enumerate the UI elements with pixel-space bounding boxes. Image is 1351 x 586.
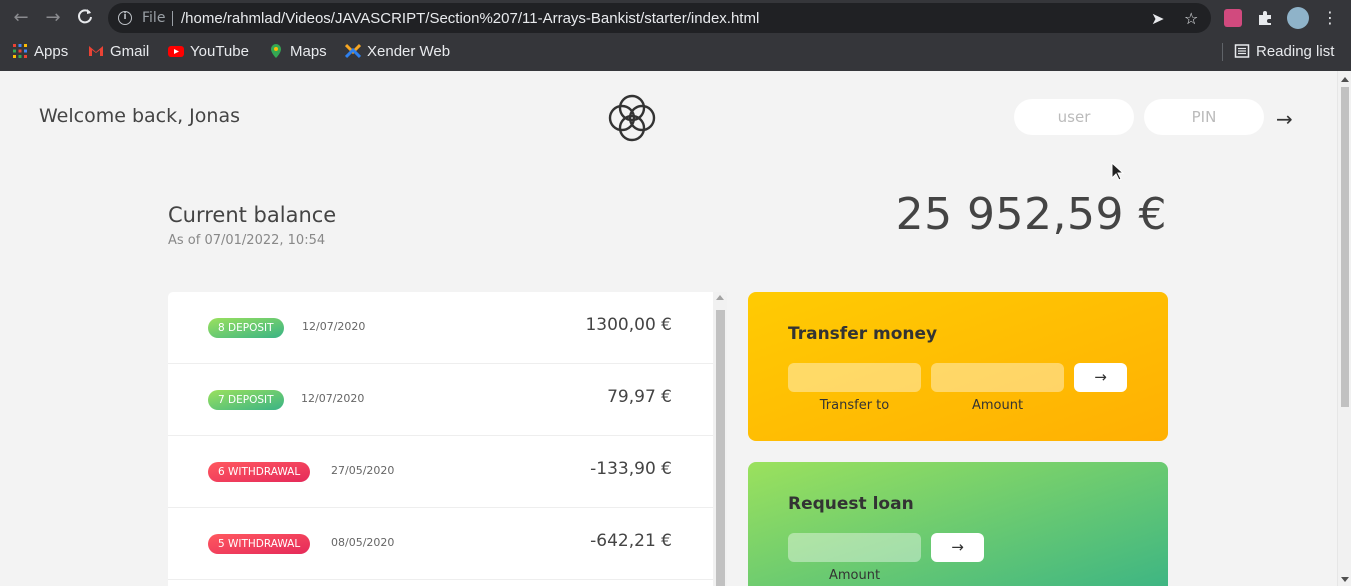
- transfer-amount-input[interactable]: [931, 363, 1064, 392]
- login-user-input[interactable]: user: [1014, 99, 1134, 135]
- movement-date: 12/07/2020: [301, 392, 365, 405]
- bookmark-xender[interactable]: Xender Web: [345, 41, 450, 61]
- login-button[interactable]: →: [1276, 107, 1293, 131]
- movement-date: 12/07/2020: [302, 320, 366, 333]
- extension-icon[interactable]: [1224, 9, 1242, 27]
- loan-panel: Request loan → Amount: [748, 462, 1168, 586]
- xender-icon: [345, 43, 361, 59]
- movements-list: 8 deposit 12/07/2020 1300,00 € 7 deposit…: [168, 292, 713, 586]
- login-pin-input[interactable]: PIN: [1144, 99, 1264, 135]
- movement-value: -133,90 €: [590, 459, 672, 479]
- bookmarks-separator: [1222, 43, 1223, 61]
- page-scrollbar[interactable]: [1337, 71, 1351, 586]
- transfer-to-input[interactable]: [788, 363, 921, 392]
- bookmark-youtube[interactable]: YouTube: [168, 41, 249, 61]
- welcome-message: Welcome back, Jonas: [39, 105, 240, 127]
- gmail-icon: [89, 46, 103, 56]
- reading-list-button[interactable]: Reading list: [1234, 41, 1334, 61]
- forward-button[interactable]: →: [43, 8, 63, 28]
- mouse-cursor-icon: [1111, 162, 1125, 181]
- send-icon[interactable]: ➤: [1151, 9, 1164, 28]
- movement-date: 08/05/2020: [331, 536, 395, 549]
- bookmark-label: Maps: [290, 42, 327, 60]
- apps-grid-icon: [13, 44, 27, 58]
- youtube-icon: [168, 46, 184, 57]
- movement-row: 7 deposit 12/07/2020 79,97 €: [168, 364, 713, 436]
- movement-row: 6 withdrawal 27/05/2020 -133,90 €: [168, 436, 713, 508]
- loan-amount-input[interactable]: [788, 533, 921, 562]
- bookmark-label: Apps: [34, 42, 69, 60]
- bookmark-star-icon[interactable]: ☆: [1184, 9, 1198, 28]
- info-icon[interactable]: i: [118, 11, 132, 25]
- transfer-button[interactable]: →: [1074, 363, 1127, 392]
- reload-button[interactable]: [75, 8, 95, 28]
- movement-type-badge: 8 deposit: [208, 318, 284, 338]
- url-text[interactable]: /home/rahmlad/Videos/JAVASCRIPT/Section%…: [181, 10, 759, 27]
- browser-chrome: ← → i File /home/rahmlad/Videos/JAVASCRI…: [0, 0, 1351, 71]
- movement-value: 1300,00 €: [585, 315, 672, 335]
- bookmark-maps[interactable]: Maps: [268, 41, 327, 61]
- loan-amount-label: Amount: [828, 568, 881, 583]
- transfer-to-label: Transfer to: [819, 398, 890, 413]
- scroll-up-arrow-icon[interactable]: [1341, 77, 1349, 82]
- page-scroll-thumb[interactable]: [1341, 87, 1349, 407]
- scroll-down-arrow-icon[interactable]: [1341, 577, 1349, 582]
- bankist-logo-icon: [608, 94, 656, 142]
- address-bar[interactable]: i File /home/rahmlad/Videos/JAVASCRIPT/S…: [108, 3, 1211, 33]
- puzzle-icon[interactable]: [1256, 9, 1274, 27]
- back-button[interactable]: ←: [11, 8, 31, 28]
- reading-list-label: Reading list: [1256, 42, 1335, 60]
- reading-list-icon: [1234, 44, 1250, 58]
- balance-date: As of 07/01/2022, 10:54: [168, 233, 326, 248]
- movement-date: 27/05/2020: [331, 464, 395, 477]
- movement-type-badge: 7 deposit: [208, 390, 284, 410]
- movement-value: 79,97 €: [607, 387, 672, 407]
- url-scheme: File: [142, 10, 166, 26]
- url-separator: [172, 11, 173, 26]
- bookmarks-bar: Apps Gmail YouTube Maps Xender Web Readi…: [0, 38, 1351, 65]
- transfer-title: Transfer money: [788, 324, 938, 344]
- transfer-amount-label: Amount: [971, 398, 1024, 413]
- loan-title: Request loan: [788, 494, 914, 514]
- movements-scrollbar[interactable]: [713, 292, 727, 586]
- bookmark-apps[interactable]: Apps: [12, 41, 68, 61]
- scroll-up-arrow-icon[interactable]: [716, 295, 724, 300]
- maps-icon: [271, 44, 281, 58]
- bookmark-gmail[interactable]: Gmail: [88, 41, 149, 61]
- movement-type-badge: 5 withdrawal: [208, 534, 311, 554]
- balance-value: 25 952,59 €: [895, 189, 1167, 240]
- transfer-panel: Transfer money → Transfer to Amount: [748, 292, 1168, 441]
- reload-icon: [78, 9, 92, 24]
- loan-button[interactable]: →: [931, 533, 984, 562]
- page: Welcome back, Jonas user PIN → Current b…: [0, 71, 1337, 586]
- balance-label: Current balance: [168, 203, 337, 227]
- movements-scroll-thumb[interactable]: [716, 310, 725, 586]
- movement-type-badge: 6 withdrawal: [208, 462, 311, 482]
- bookmark-label: Xender Web: [367, 42, 451, 60]
- movement-row: 5 withdrawal 08/05/2020 -642,21 €: [168, 508, 713, 580]
- menu-kebab-icon[interactable]: ⋮: [1321, 9, 1339, 27]
- bookmark-label: YouTube: [190, 42, 249, 60]
- movement-row: 8 deposit 12/07/2020 1300,00 €: [168, 292, 713, 364]
- movement-value: -642,21 €: [590, 531, 672, 551]
- avatar[interactable]: [1287, 7, 1309, 29]
- bookmark-label: Gmail: [110, 42, 150, 60]
